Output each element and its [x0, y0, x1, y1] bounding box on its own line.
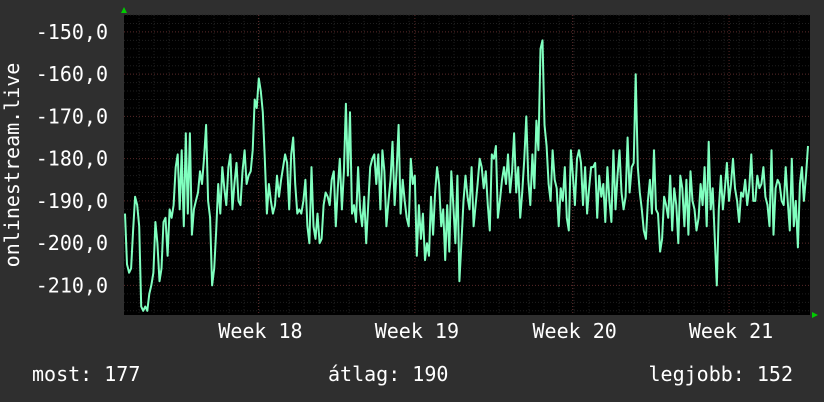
y-axis-label: onlinestream.live: [0, 63, 24, 268]
line-chart: -150,0 -160,0 -170,0 -180,0 -190,0 -200,0 -210…: [0, 7, 818, 343]
y-tick-label: -210,0: [36, 273, 108, 297]
y-tick-label: -180,0: [36, 147, 108, 171]
x-tick-label: Week 21: [689, 319, 773, 343]
x-axis-ticks: Week 18 Week 19 Week 20 Week 21: [218, 319, 773, 343]
best-value-stat: legjobb: 152: [648, 362, 794, 386]
x-tick-label: Week 20: [532, 319, 616, 343]
plot-area: [124, 15, 810, 315]
y-tick-label: -160,0: [36, 62, 108, 86]
average-value-stat: átlag: 190: [328, 362, 449, 386]
y-tick-label: -200,0: [36, 231, 108, 255]
x-axis-arrow: [812, 312, 818, 318]
y-axis-ticks: -150,0 -160,0 -170,0 -180,0 -190,0 -200,0 -210…: [36, 20, 108, 298]
x-tick-label: Week 18: [218, 319, 302, 343]
y-tick-label: -150,0: [36, 20, 108, 44]
y-axis-arrow: [121, 7, 127, 13]
y-tick-label: -190,0: [36, 189, 108, 213]
x-tick-label: Week 19: [375, 319, 459, 343]
y-tick-label: -170,0: [36, 104, 108, 128]
current-value-stat: most: 177: [32, 362, 141, 386]
